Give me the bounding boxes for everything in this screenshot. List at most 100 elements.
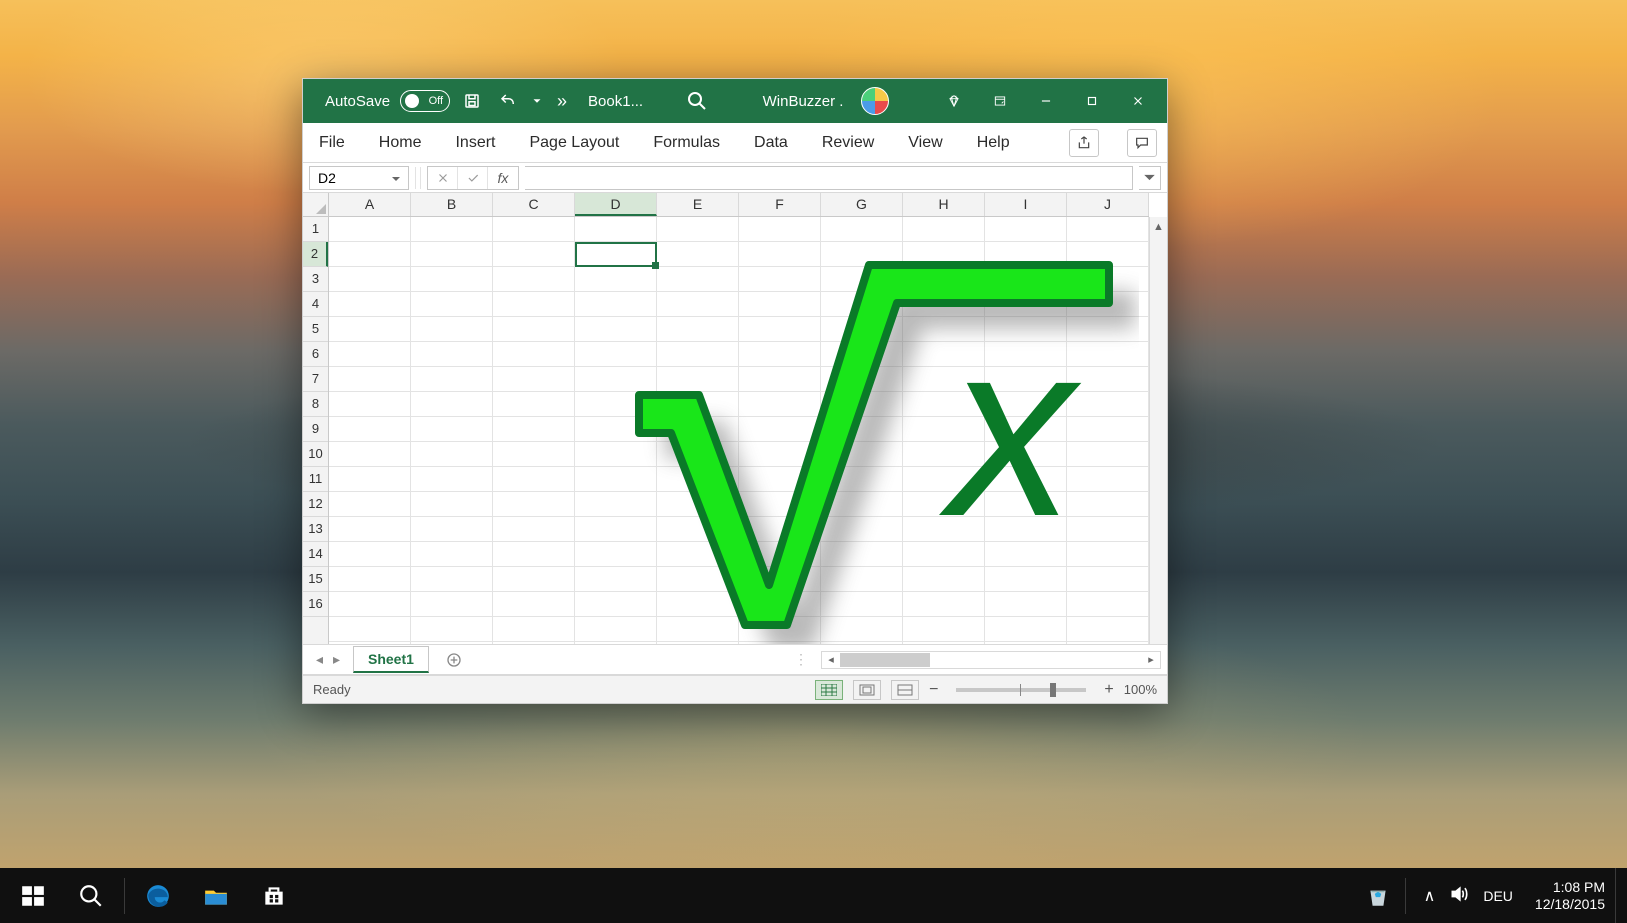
start-button[interactable]: [4, 868, 62, 923]
volume-icon[interactable]: [1449, 884, 1469, 907]
formula-bar: D2 fx: [303, 163, 1167, 193]
tab-help[interactable]: Help: [971, 130, 1016, 156]
search-icon[interactable]: [685, 89, 709, 113]
column-header[interactable]: I: [985, 193, 1067, 216]
excel-window: AutoSave Off » Book1... Win: [302, 78, 1168, 704]
taskbar-clock[interactable]: 1:08 PM 12/18/2015: [1525, 879, 1615, 913]
undo-icon[interactable]: [494, 87, 522, 115]
tab-insert[interactable]: Insert: [449, 130, 501, 156]
name-box[interactable]: D2: [309, 166, 409, 190]
column-header[interactable]: A: [329, 193, 411, 216]
diamond-icon[interactable]: [931, 79, 977, 123]
tab-page-layout[interactable]: Page Layout: [523, 130, 625, 156]
taskbar-search-icon[interactable]: [62, 868, 120, 923]
scroll-up-icon[interactable]: ▲: [1153, 221, 1164, 233]
windows-taskbar: ∧ DEU 1:08 PM 12/18/2015: [0, 868, 1627, 923]
row-header[interactable]: 16: [303, 592, 328, 617]
row-header[interactable]: 10: [303, 442, 328, 467]
scroll-thumb[interactable]: [840, 653, 930, 667]
document-title: Book1...: [588, 93, 643, 110]
row-header[interactable]: 15: [303, 567, 328, 592]
worksheet-grid[interactable]: A B C D E F G H I J 1 2 3 4 5 6 7 8 9 10…: [303, 193, 1167, 645]
tab-home[interactable]: Home: [373, 130, 428, 156]
column-header[interactable]: J: [1067, 193, 1149, 216]
column-header[interactable]: E: [657, 193, 739, 216]
store-icon[interactable]: [245, 868, 303, 923]
input-language[interactable]: DEU: [1483, 888, 1513, 904]
row-header[interactable]: 7: [303, 367, 328, 392]
account-avatar-icon[interactable]: [861, 87, 889, 115]
horizontal-scrollbar[interactable]: ◂ ▸: [821, 651, 1161, 669]
column-header[interactable]: C: [493, 193, 575, 216]
row-header[interactable]: 3: [303, 267, 328, 292]
maximize-button[interactable]: [1069, 79, 1115, 123]
tab-view[interactable]: View: [902, 130, 948, 156]
zoom-in-button[interactable]: +: [1104, 681, 1113, 699]
insert-function-icon[interactable]: fx: [488, 167, 518, 189]
taskbar-divider: [124, 878, 125, 914]
sheet-tab-active[interactable]: Sheet1: [353, 646, 429, 673]
view-page-break-icon[interactable]: [891, 680, 919, 700]
row-headers: 1 2 3 4 5 6 7 8 9 10 11 12 13 14 15 16: [303, 217, 329, 644]
row-header[interactable]: 12: [303, 492, 328, 517]
new-sheet-icon[interactable]: [439, 652, 469, 668]
column-header[interactable]: H: [903, 193, 985, 216]
tab-splitter-icon[interactable]: ⋮: [794, 651, 815, 668]
tab-review[interactable]: Review: [816, 130, 880, 156]
qat-overflow-icon[interactable]: »: [552, 87, 572, 115]
account-name[interactable]: WinBuzzer .: [763, 93, 844, 110]
cell-area[interactable]: x: [329, 217, 1149, 644]
formula-expand-icon[interactable]: [1139, 166, 1161, 190]
name-box-dropdown-icon[interactable]: [388, 171, 404, 187]
row-header[interactable]: 11: [303, 467, 328, 492]
show-desktop-button[interactable]: [1615, 868, 1623, 923]
ribbon-display-icon[interactable]: [977, 79, 1023, 123]
row-header[interactable]: 2: [303, 242, 328, 267]
save-icon[interactable]: [458, 87, 486, 115]
scroll-right-icon[interactable]: ▸: [1142, 653, 1160, 666]
tab-formulas[interactable]: Formulas: [647, 130, 726, 156]
tab-data[interactable]: Data: [748, 130, 794, 156]
column-header[interactable]: G: [821, 193, 903, 216]
tray-divider: [1405, 878, 1406, 914]
cancel-formula-icon[interactable]: [428, 167, 458, 189]
close-button[interactable]: [1115, 79, 1161, 123]
recycle-bin-icon[interactable]: [1357, 868, 1399, 923]
row-header[interactable]: 1: [303, 217, 328, 242]
column-header[interactable]: F: [739, 193, 821, 216]
vertical-scrollbar[interactable]: ▲: [1149, 217, 1167, 644]
zoom-slider[interactable]: [956, 688, 1086, 692]
zoom-value[interactable]: 100%: [1124, 682, 1157, 697]
row-header[interactable]: 8: [303, 392, 328, 417]
sheet-nav[interactable]: ◂▸: [303, 651, 353, 668]
view-page-layout-icon[interactable]: [853, 680, 881, 700]
scroll-left-icon[interactable]: ◂: [822, 653, 840, 666]
formula-input[interactable]: [525, 166, 1133, 190]
autosave-switch[interactable]: Off: [400, 90, 450, 112]
zoom-thumb[interactable]: [1050, 683, 1056, 697]
column-header[interactable]: B: [411, 193, 493, 216]
file-explorer-icon[interactable]: [187, 868, 245, 923]
row-header[interactable]: 9: [303, 417, 328, 442]
tray-overflow-icon[interactable]: ∧: [1424, 886, 1436, 906]
comments-icon[interactable]: [1127, 129, 1157, 157]
minimize-button[interactable]: [1023, 79, 1069, 123]
autosave-toggle[interactable]: AutoSave Off: [325, 90, 450, 112]
row-header[interactable]: 4: [303, 292, 328, 317]
undo-dropdown-icon[interactable]: [530, 87, 544, 115]
formula-bar-splitter[interactable]: [415, 167, 421, 189]
edge-icon[interactable]: [129, 868, 187, 923]
zoom-out-button[interactable]: −: [929, 681, 938, 699]
tab-file[interactable]: File: [313, 130, 351, 156]
select-all-corner[interactable]: [303, 193, 329, 217]
enter-formula-icon[interactable]: [458, 167, 488, 189]
row-header[interactable]: 6: [303, 342, 328, 367]
row-header[interactable]: 13: [303, 517, 328, 542]
view-normal-icon[interactable]: [815, 680, 843, 700]
clock-time: 1:08 PM: [1535, 879, 1605, 896]
system-tray: ∧ DEU: [1412, 884, 1525, 907]
row-header[interactable]: 5: [303, 317, 328, 342]
row-header[interactable]: 14: [303, 542, 328, 567]
column-header[interactable]: D: [575, 193, 657, 216]
share-icon[interactable]: [1069, 129, 1099, 157]
